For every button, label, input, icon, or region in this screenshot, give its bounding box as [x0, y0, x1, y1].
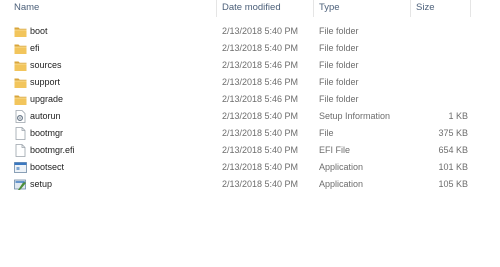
file-type: Application — [319, 162, 364, 172]
file-row[interactable]: boot 2/13/2018 5:40 PM File folder — [0, 23, 500, 40]
date-modified: 2/13/2018 5:46 PM — [222, 94, 299, 104]
date-modified: 2/13/2018 5:46 PM — [222, 77, 299, 87]
date-modified: 2/13/2018 5:40 PM — [222, 26, 299, 36]
column-header-type[interactable]: Type — [319, 0, 340, 17]
column-header-date-modified[interactable]: Date modified — [222, 0, 281, 17]
file-type: File folder — [319, 43, 359, 53]
file-row[interactable]: upgrade 2/13/2018 5:46 PM File folder — [0, 91, 500, 108]
file-name: upgrade — [30, 94, 64, 104]
folder-icon — [14, 76, 27, 89]
column-header-bar: Name Date modified Type Size — [0, 0, 500, 17]
file-name: bootmgr.efi — [30, 145, 75, 155]
file-name: bootsect — [30, 162, 65, 172]
file-name: support — [30, 77, 61, 87]
file-name: efi — [30, 43, 40, 53]
file-name: sources — [30, 60, 62, 70]
file-size: 654 KB — [438, 145, 468, 155]
folder-icon — [14, 42, 27, 55]
column-header-name[interactable]: Name — [14, 0, 39, 17]
file-name: bootmgr — [30, 128, 64, 138]
file-type: File folder — [319, 77, 359, 87]
setup-application-icon — [14, 178, 27, 191]
file-row[interactable]: bootmgr.efi 2/13/2018 5:40 PM EFI File 654 … — [0, 142, 500, 159]
file-row[interactable]: sources 2/13/2018 5:46 PM File folder — [0, 57, 500, 74]
file-row[interactable]: setup 2/13/2018 5:40 PM Application 105 KB — [0, 176, 500, 193]
column-divider[interactable] — [313, 0, 314, 17]
file-size — [413, 23, 468, 40]
file-type: File folder — [319, 60, 359, 70]
date-modified: 2/13/2018 5:40 PM — [222, 145, 299, 155]
file-row[interactable]: autorun 2/13/2018 5:40 PM Setup Informatio… — [0, 108, 500, 125]
file-size — [413, 74, 468, 91]
date-modified: 2/13/2018 5:40 PM — [222, 43, 299, 53]
file-row[interactable]: bootsect 2/13/2018 5:40 PM Application 101 … — [0, 159, 500, 176]
date-modified: 2/13/2018 5:40 PM — [222, 128, 299, 138]
date-modified: 2/13/2018 5:40 PM — [222, 179, 299, 189]
date-modified: 2/13/2018 5:40 PM — [222, 162, 299, 172]
file-row[interactable]: efi 2/13/2018 5:40 PM File folder — [0, 40, 500, 57]
date-modified: 2/13/2018 5:46 PM — [222, 60, 299, 70]
blank-file-icon — [14, 127, 27, 140]
file-size: 105 KB — [438, 179, 468, 189]
file-size: 375 KB — [438, 128, 468, 138]
file-size: 1 KB — [448, 111, 468, 121]
folder-icon — [14, 93, 27, 106]
blank-file-icon — [14, 144, 27, 157]
column-divider[interactable] — [216, 0, 217, 17]
file-type: Setup Information — [319, 111, 391, 121]
file-name: boot — [30, 26, 48, 36]
file-row[interactable]: support 2/13/2018 5:46 PM File folder — [0, 74, 500, 91]
column-divider[interactable] — [470, 0, 471, 17]
file-type: EFI File — [319, 145, 351, 155]
application-icon — [14, 161, 27, 174]
file-size — [413, 57, 468, 74]
column-divider[interactable] — [410, 0, 411, 17]
file-size: 101 KB — [438, 162, 468, 172]
settings-file-icon — [14, 110, 27, 123]
file-size — [413, 40, 468, 57]
folder-icon — [14, 59, 27, 72]
file-type: File — [319, 128, 334, 138]
file-size — [413, 91, 468, 108]
folder-icon — [14, 25, 27, 38]
file-type: Application — [319, 179, 364, 189]
column-header-size[interactable]: Size — [416, 0, 434, 17]
file-name: setup — [30, 179, 53, 189]
file-type: File folder — [319, 26, 359, 36]
date-modified: 2/13/2018 5:40 PM — [222, 111, 299, 121]
file-name: autorun — [30, 111, 61, 121]
file-type: File folder — [319, 94, 359, 104]
file-row[interactable]: bootmgr 2/13/2018 5:40 PM File 375 KB — [0, 125, 500, 142]
